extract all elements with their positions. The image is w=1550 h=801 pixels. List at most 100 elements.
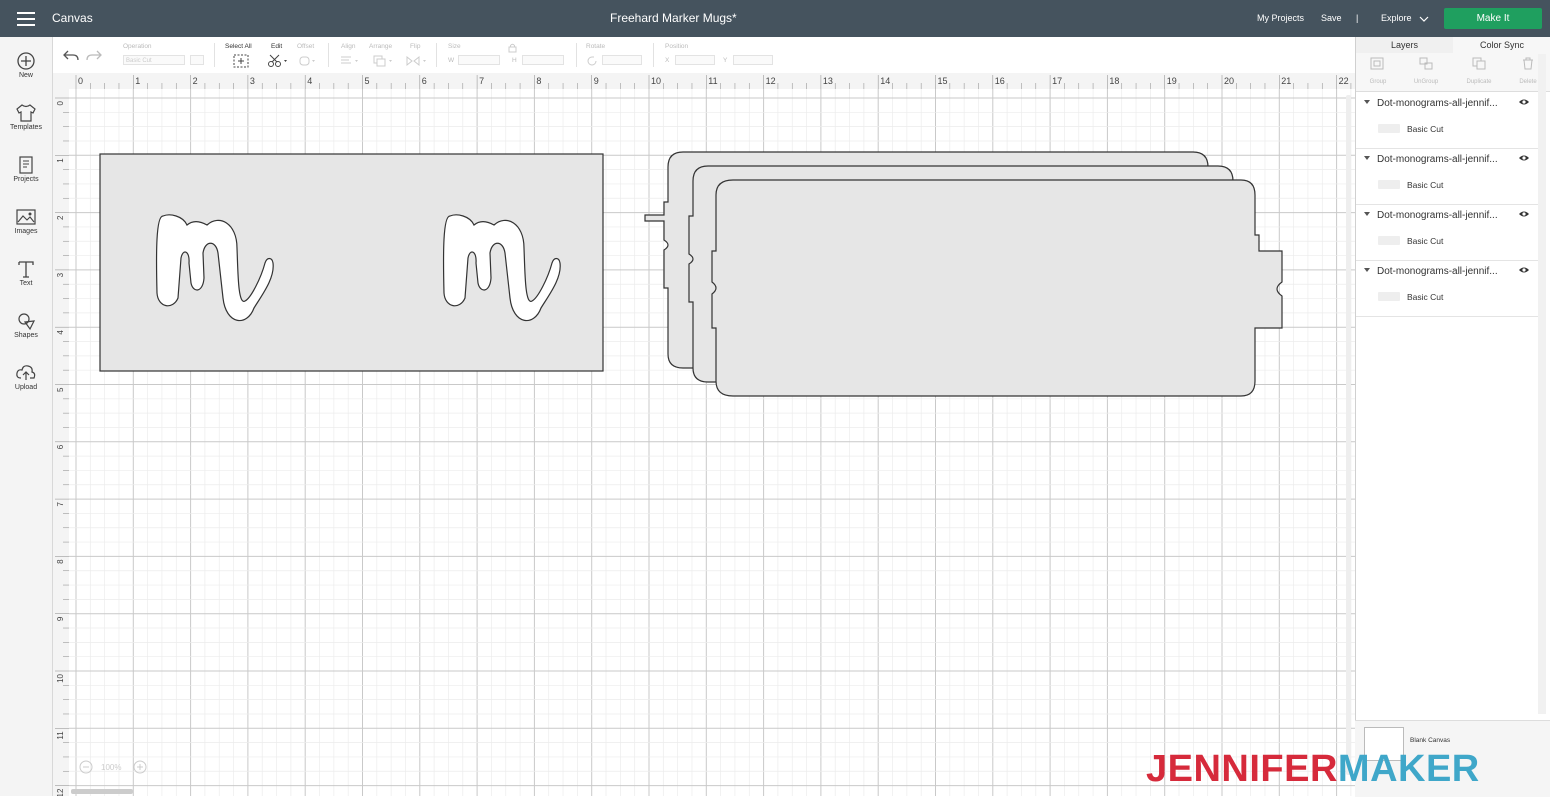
ruler-label: 7 xyxy=(56,502,65,507)
ruler-label: 5 xyxy=(56,387,65,392)
ungroup-icon[interactable] xyxy=(1419,57,1433,70)
duplicate-button[interactable]: Duplicate xyxy=(1459,79,1499,85)
align-icon[interactable] xyxy=(339,55,361,67)
width-label: W xyxy=(448,57,455,64)
ruler-label: 0 xyxy=(56,100,65,105)
chevron-down-icon[interactable] xyxy=(1419,15,1429,23)
expand-caret-icon[interactable] xyxy=(1364,156,1370,160)
ruler-label: 0 xyxy=(78,76,83,86)
layer-operation: Basic Cut xyxy=(1407,236,1444,246)
arrange-icon[interactable] xyxy=(373,55,395,67)
ruler-label: 1 xyxy=(56,158,65,163)
rotate-input[interactable] xyxy=(602,55,642,65)
x-label: X xyxy=(665,57,670,64)
my-projects-link[interactable]: My Projects xyxy=(1257,13,1304,23)
ruler-label: 13 xyxy=(823,76,833,86)
eye-icon[interactable] xyxy=(1518,98,1530,106)
ruler-label: 2 xyxy=(193,76,198,86)
rotate-icon xyxy=(587,56,597,66)
nav-new[interactable]: New xyxy=(0,51,52,79)
nav-text[interactable]: Text xyxy=(0,259,52,287)
project-title: Freehard Marker Mugs* xyxy=(610,11,737,25)
layer-item[interactable]: Dot-monograms-all-jennif... Basic Cut xyxy=(1356,204,1539,261)
ungroup-button[interactable]: UnGroup xyxy=(1406,79,1446,85)
redo-icon[interactable] xyxy=(86,48,102,62)
vertical-scrollbar[interactable] xyxy=(1346,95,1351,775)
width-input[interactable] xyxy=(458,55,500,65)
layer-color-swatch[interactable] xyxy=(1378,292,1400,301)
y-position-input[interactable] xyxy=(733,55,773,65)
nav-images[interactable]: Images xyxy=(0,207,52,235)
layer-name: Dot-monograms-all-jennif... xyxy=(1377,210,1498,221)
flip-icon[interactable] xyxy=(405,55,429,67)
lock-icon[interactable] xyxy=(508,43,517,53)
ruler-label: 6 xyxy=(422,76,427,86)
menu-icon[interactable] xyxy=(17,12,35,26)
layer-name: Dot-monograms-all-jennif... xyxy=(1377,266,1498,277)
save-button[interactable]: Save xyxy=(1321,13,1342,23)
layer-item[interactable]: Dot-monograms-all-jennif... Basic Cut xyxy=(1356,260,1539,317)
toolbar-divider xyxy=(214,43,215,67)
panel-scrollbar[interactable] xyxy=(1538,54,1546,714)
horizontal-scrollbar[interactable] xyxy=(71,789,133,794)
nav-label: Projects xyxy=(13,176,39,183)
nav-label: Text xyxy=(19,280,33,287)
group-button[interactable]: Group xyxy=(1358,79,1398,85)
ruler-label: 18 xyxy=(1109,76,1119,86)
layer-color-swatch[interactable] xyxy=(1378,124,1400,133)
eye-icon[interactable] xyxy=(1518,210,1530,218)
ruler-label: 21 xyxy=(1281,76,1291,86)
blank-canvas-label: Blank Canvas xyxy=(1410,737,1451,744)
design-canvas[interactable]: 0 1 2 3 4 5 6 7 8 9 10 11 12 13 14 15 16 17 18 19 20 21 22 012… xyxy=(53,73,1355,798)
layer-name: Dot-monograms-all-jennif... xyxy=(1377,154,1498,165)
toolbar-divider xyxy=(328,43,329,67)
duplicate-icon[interactable] xyxy=(1472,57,1486,70)
select-all-label: Select All xyxy=(225,43,252,50)
eye-icon[interactable] xyxy=(1518,266,1530,274)
layer-operation: Basic Cut xyxy=(1407,124,1444,134)
height-input[interactable] xyxy=(522,55,564,65)
projects-icon xyxy=(19,156,33,174)
ruler-label: 12 xyxy=(766,76,776,86)
toolbar-divider xyxy=(576,43,577,67)
trash-icon[interactable] xyxy=(1522,57,1534,70)
layer-operation: Basic Cut xyxy=(1407,180,1444,190)
expand-caret-icon[interactable] xyxy=(1364,100,1370,104)
nav-projects[interactable]: Projects xyxy=(0,155,52,183)
make-it-button[interactable]: Make It xyxy=(1444,8,1542,29)
rotate-label: Rotate xyxy=(586,43,606,50)
layer-color-swatch[interactable] xyxy=(1378,180,1400,189)
operation-select[interactable]: Basic Cut xyxy=(123,55,185,65)
nav-label: Templates xyxy=(10,124,42,131)
undo-icon[interactable] xyxy=(63,48,79,62)
tab-color-sync[interactable]: Color Sync xyxy=(1453,37,1550,53)
position-label: Position xyxy=(665,43,689,50)
watermark-jennifer: JENNIFER xyxy=(1146,748,1338,790)
ruler-label: 3 xyxy=(250,76,255,86)
expand-caret-icon[interactable] xyxy=(1364,268,1370,272)
x-position-input[interactable] xyxy=(675,55,715,65)
nav-templates[interactable]: Templates xyxy=(0,103,52,131)
offset-icon[interactable] xyxy=(299,55,317,67)
layer-name: Dot-monograms-all-jennif... xyxy=(1377,98,1498,109)
label-shape-front[interactable] xyxy=(711,179,1283,397)
ruler-label: 20 xyxy=(1224,76,1234,86)
canvas-grid[interactable]: 0 1 2 3 4 5 6 7 8 9 10 11 12 13 14 15 16 17 18 19 20 21 22 012… xyxy=(53,73,1355,798)
toolbar-divider xyxy=(653,43,654,67)
eye-icon[interactable] xyxy=(1518,154,1530,162)
group-icon[interactable] xyxy=(1370,57,1384,70)
select-all-icon[interactable] xyxy=(233,54,249,68)
expand-caret-icon[interactable] xyxy=(1364,212,1370,216)
nav-shapes[interactable]: Shapes xyxy=(0,311,52,339)
edit-scissors-icon[interactable] xyxy=(267,54,289,68)
operation-color-swatch[interactable] xyxy=(190,55,204,65)
nav-upload[interactable]: Upload xyxy=(0,363,52,391)
ruler-label: 16 xyxy=(995,76,1005,86)
layer-item[interactable]: Dot-monograms-all-jennif... Basic Cut xyxy=(1356,148,1539,205)
ruler-label: 3 xyxy=(56,272,65,277)
machine-select[interactable]: Explore xyxy=(1381,13,1412,23)
top-bar: Canvas Freehard Marker Mugs* My Projects… xyxy=(0,0,1550,37)
layer-color-swatch[interactable] xyxy=(1378,236,1400,245)
ruler-label: 11 xyxy=(708,76,717,86)
layer-item[interactable]: Dot-monograms-all-jennif... Basic Cut xyxy=(1356,92,1539,149)
